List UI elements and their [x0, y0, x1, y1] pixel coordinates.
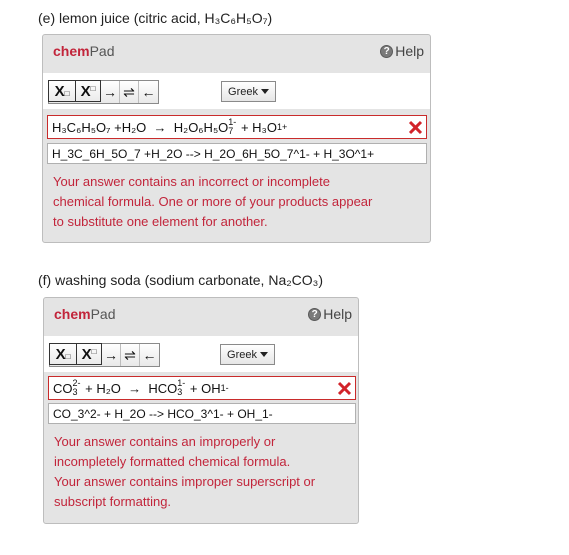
greek-dropdown[interactable]: Greek	[220, 344, 275, 365]
help-icon: ?	[308, 307, 322, 321]
reaction-arrow: →	[128, 380, 142, 396]
product-1-sub-sup: 1- 3	[177, 379, 185, 397]
question-e-title: (e) lemon juice (citric acid, H₃C₆H₅O₇)	[38, 10, 273, 26]
chempad-e-brand-chem: chem	[53, 43, 90, 59]
product-2: + H₃O	[240, 119, 277, 135]
subscript-button[interactable]: X □	[49, 343, 77, 365]
product-1: H₂O₆H₅O	[173, 119, 229, 135]
chempad-e-brand: chemPad	[53, 43, 115, 59]
chempad-e-brand-pad: Pad	[89, 43, 115, 59]
subscript-button[interactable]: X □	[48, 80, 76, 102]
feedback-line: to substitute one element for another.	[53, 214, 268, 229]
chempad-f-header: chemPad ? Help	[44, 298, 358, 330]
reaction-arrow: →	[153, 119, 167, 135]
chempad-f-brand-chem: chem	[54, 306, 91, 322]
arrow-equilibrium-button[interactable]: ⇌	[121, 344, 140, 366]
chempad-f-toolbar: X □ X □ → ⇌ ← Greek	[44, 336, 358, 372]
feedback-line: subscript formatting.	[54, 494, 172, 509]
chempad-f-brand-pad: Pad	[90, 306, 116, 322]
feedback-line: incompletely formatted chemical formula.	[54, 454, 291, 469]
chempad-e-tool-group: X □ X □ → ⇌ ←	[48, 80, 159, 104]
chempad-f-brand: chemPad	[54, 306, 116, 322]
chempad-f-feedback: Your answer contains an improperly or in…	[54, 432, 315, 512]
superscript-button[interactable]: X □	[76, 343, 102, 365]
chempad-f-help-label: Help	[323, 306, 352, 322]
chempad-f-text-input[interactable]: CO_3^2- + H_2O --> HCO_3^1- + OH_1-	[48, 403, 356, 424]
product-1-sub-sup: 1- 7	[228, 118, 236, 136]
feedback-line: chemical formula. One or more of your pr…	[53, 194, 373, 209]
chevron-down-icon	[259, 352, 268, 357]
reactant-2: + H₂O	[85, 380, 121, 396]
chevron-down-icon	[260, 89, 269, 94]
greek-dropdown-label: Greek	[227, 348, 257, 361]
chempad-f-rendered-equation: CO 2- 3 + H₂O → HCO 1- 3 + OH 1-	[48, 376, 356, 400]
greek-dropdown[interactable]: Greek	[221, 81, 276, 102]
feedback-line: Your answer contains improper superscrip…	[54, 474, 316, 489]
chempad-f: chemPad ? Help X □ X □ → ⇌ ← Greek CO 2- 3 +…	[43, 297, 359, 524]
arrow-right-button[interactable]: →	[102, 344, 121, 366]
chempad-e: chemPad ? Help X □ X □ → ⇌ ← Greek H₃C₆H₅O…	[42, 34, 431, 243]
incorrect-x-icon	[337, 381, 352, 396]
chempad-e-header: chemPad ? Help	[43, 35, 430, 67]
product-2: + OH	[189, 380, 221, 396]
feedback-line: Your answer contains an incorrect or inc…	[53, 174, 330, 189]
incorrect-x-icon	[408, 120, 423, 135]
feedback-line: Your answer contains an improperly or	[54, 434, 276, 449]
greek-dropdown-label: Greek	[228, 85, 258, 98]
chempad-e-feedback: Your answer contains an incorrect or inc…	[53, 172, 372, 232]
arrow-left-button[interactable]: ←	[139, 81, 158, 103]
question-f-title: (f) washing soda (sodium carbonate, Na₂C…	[38, 272, 324, 288]
chempad-e-text-input[interactable]: H_3C_6H_5O_7 +H_2O --> H_2O_6H_5O_7^1- +…	[47, 143, 427, 164]
help-icon: ?	[380, 44, 394, 58]
product-1-subscript: 7	[228, 126, 234, 136]
chempad-e-rendered-equation: H₃C₆H₅O₇ +H₂O → H₂O₆H₅O 1- 7 + H₃O 1+	[47, 115, 427, 139]
chempad-e-help-label: Help	[395, 43, 424, 59]
chempad-f-tool-group: X □ X □ → ⇌ ←	[49, 343, 160, 367]
superscript-button[interactable]: X □	[75, 80, 101, 102]
reactant-1-sub-sup: 2- 3	[73, 379, 81, 397]
reactant-1-subscript: 3	[72, 387, 78, 397]
chempad-e-toolbar: X □ X □ → ⇌ ← Greek	[43, 73, 430, 109]
reactant-1: CO	[53, 380, 73, 396]
reactant-2: +H₂O	[114, 119, 147, 135]
arrow-right-button[interactable]: →	[101, 81, 120, 103]
product-1-subscript: 3	[177, 387, 183, 397]
reactant-1: H₃C₆H₅O₇	[52, 119, 111, 135]
arrow-left-button[interactable]: ←	[140, 344, 159, 366]
chempad-e-help-button[interactable]: ? Help	[380, 43, 424, 59]
arrow-equilibrium-button[interactable]: ⇌	[120, 81, 139, 103]
product-1: HCO	[148, 380, 178, 396]
chempad-f-help-button[interactable]: ? Help	[308, 306, 352, 322]
